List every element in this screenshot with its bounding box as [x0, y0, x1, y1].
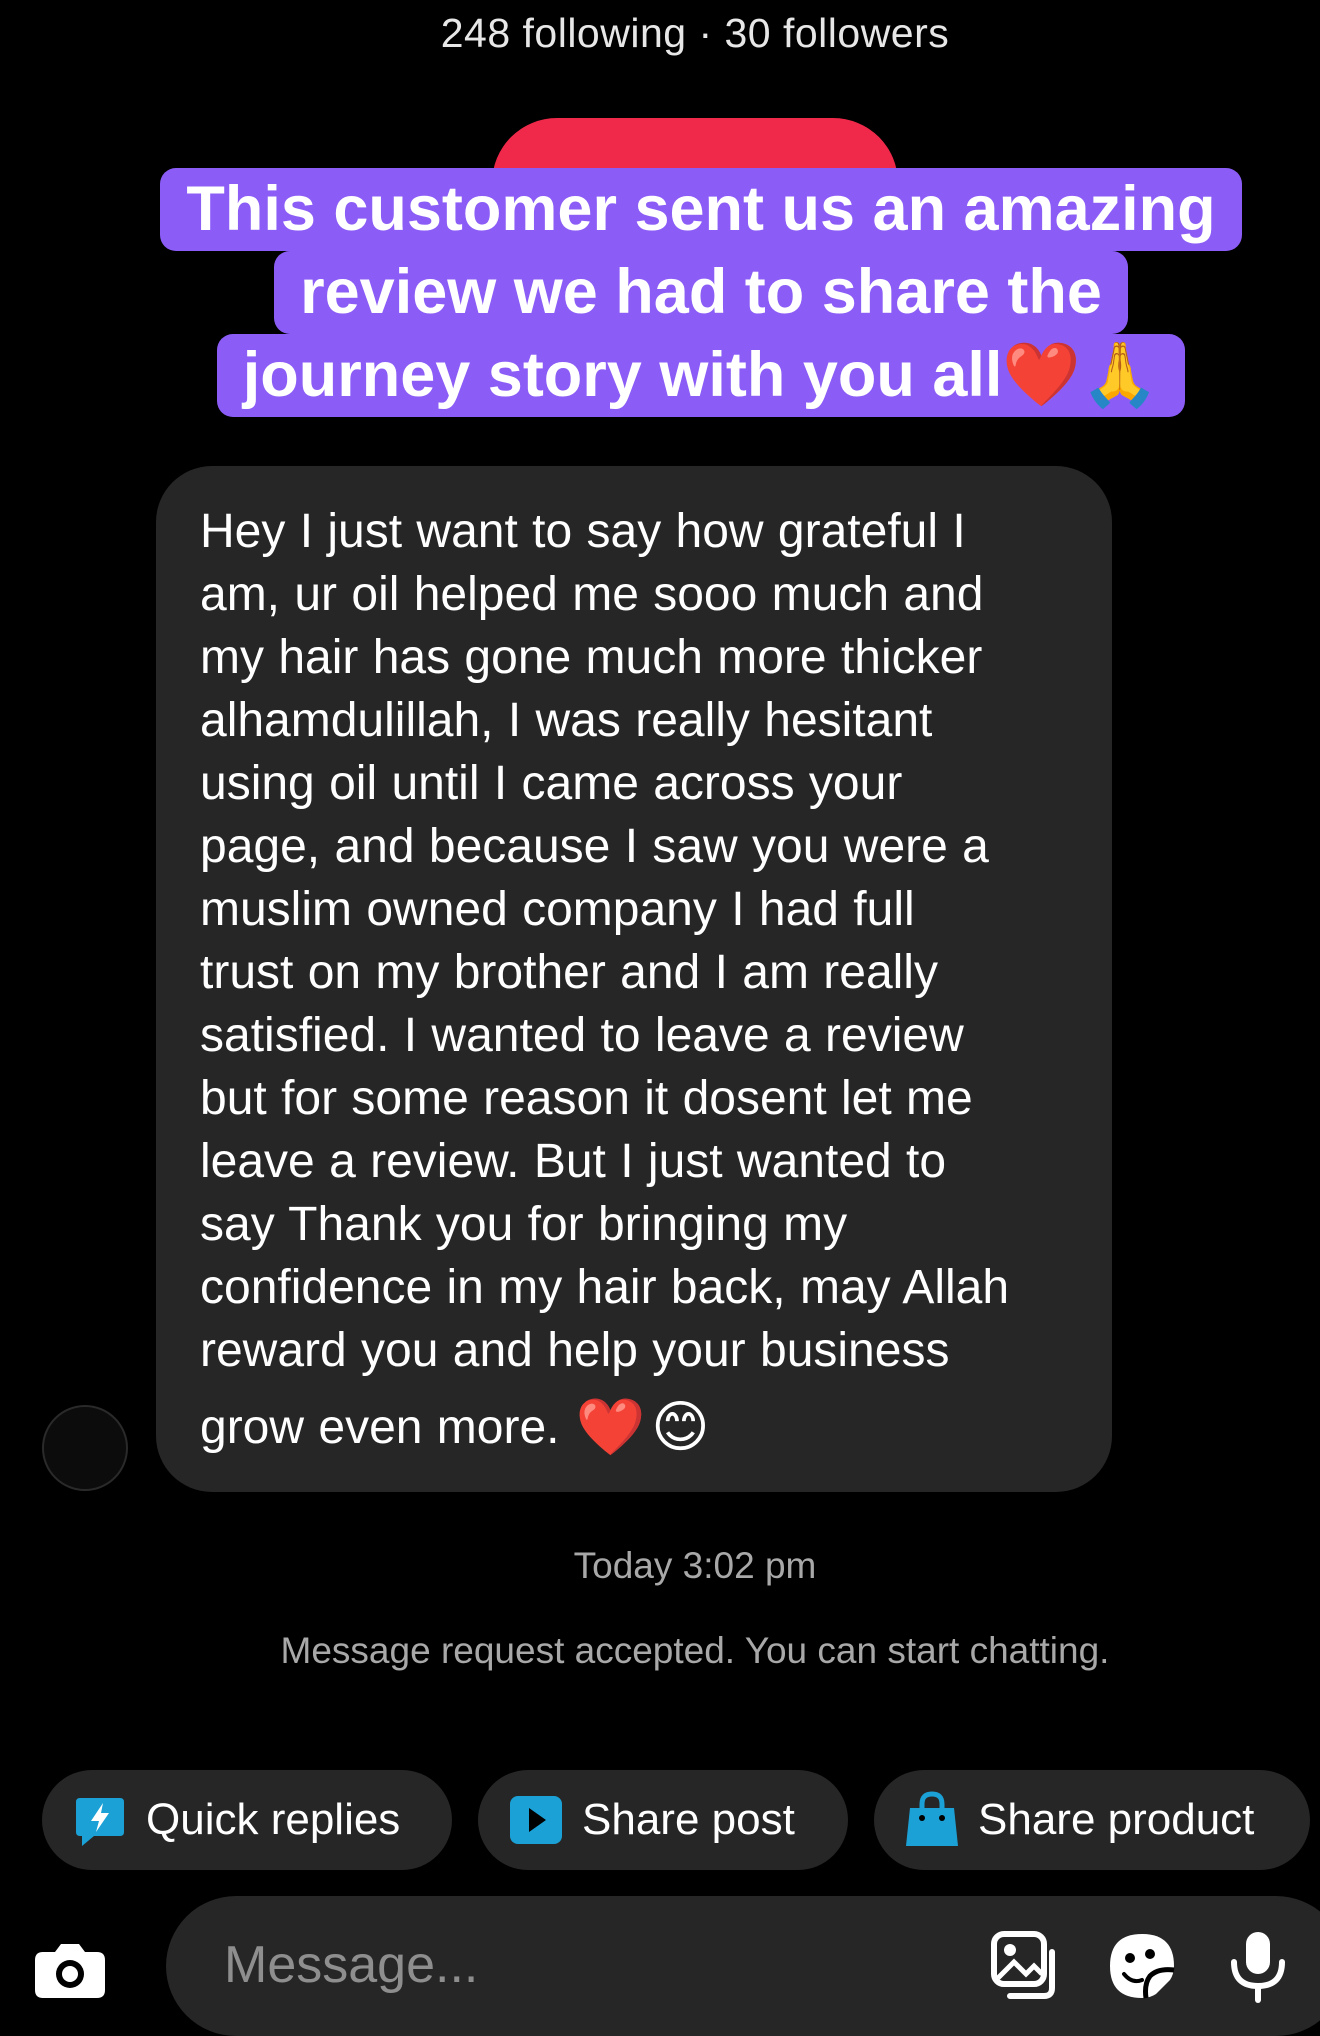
caption-line-1: This customer sent us an amazing — [160, 168, 1242, 251]
smile-emoji: 😊 — [651, 1395, 710, 1458]
caption-line-3: journey story with you all❤️🙏 — [216, 334, 1186, 417]
message-placeholder: Message... — [224, 1936, 479, 1994]
message-last-line: grow even more. — [200, 1400, 560, 1454]
caption-line-2: review we had to share the — [274, 251, 1128, 334]
gallery-icon — [990, 1930, 1062, 2007]
caption-banner: This customer sent us an amazing review … — [144, 168, 1258, 417]
profile-stats: 248 following · 30 followers — [440, 10, 950, 56]
share-product-label: Share product — [978, 1795, 1255, 1844]
camera-icon — [33, 1940, 107, 2005]
message-timestamp: Today 3:02 pm — [573, 1545, 817, 1586]
heart-emoji: ❤️ — [575, 1395, 646, 1458]
quick-replies-button[interactable]: Quick replies — [42, 1770, 452, 1870]
quick-replies-icon — [72, 1792, 128, 1848]
microphone-icon — [1226, 1928, 1290, 2009]
request-accepted-notice: Message request accepted. You can start … — [280, 1630, 1110, 1671]
share-post-icon — [508, 1792, 564, 1848]
quick-replies-label: Quick replies — [146, 1795, 401, 1844]
camera-button[interactable] — [20, 1922, 120, 2022]
gallery-button[interactable] — [986, 1928, 1066, 2008]
shopping-bag-icon — [904, 1791, 960, 1848]
share-product-button[interactable]: Share product — [874, 1770, 1310, 1870]
message-text: Hey I just want to say how grateful I am… — [200, 505, 1010, 1377]
message-bubble[interactable]: Hey I just want to say how grateful I am… — [156, 466, 1112, 1492]
share-post-button[interactable]: Share post — [478, 1770, 848, 1870]
sender-avatar[interactable] — [42, 1405, 128, 1491]
sticker-icon — [1106, 1930, 1178, 2007]
share-post-label: Share post — [582, 1795, 795, 1844]
microphone-button[interactable] — [1218, 1928, 1298, 2008]
sticker-button[interactable] — [1102, 1928, 1182, 2008]
